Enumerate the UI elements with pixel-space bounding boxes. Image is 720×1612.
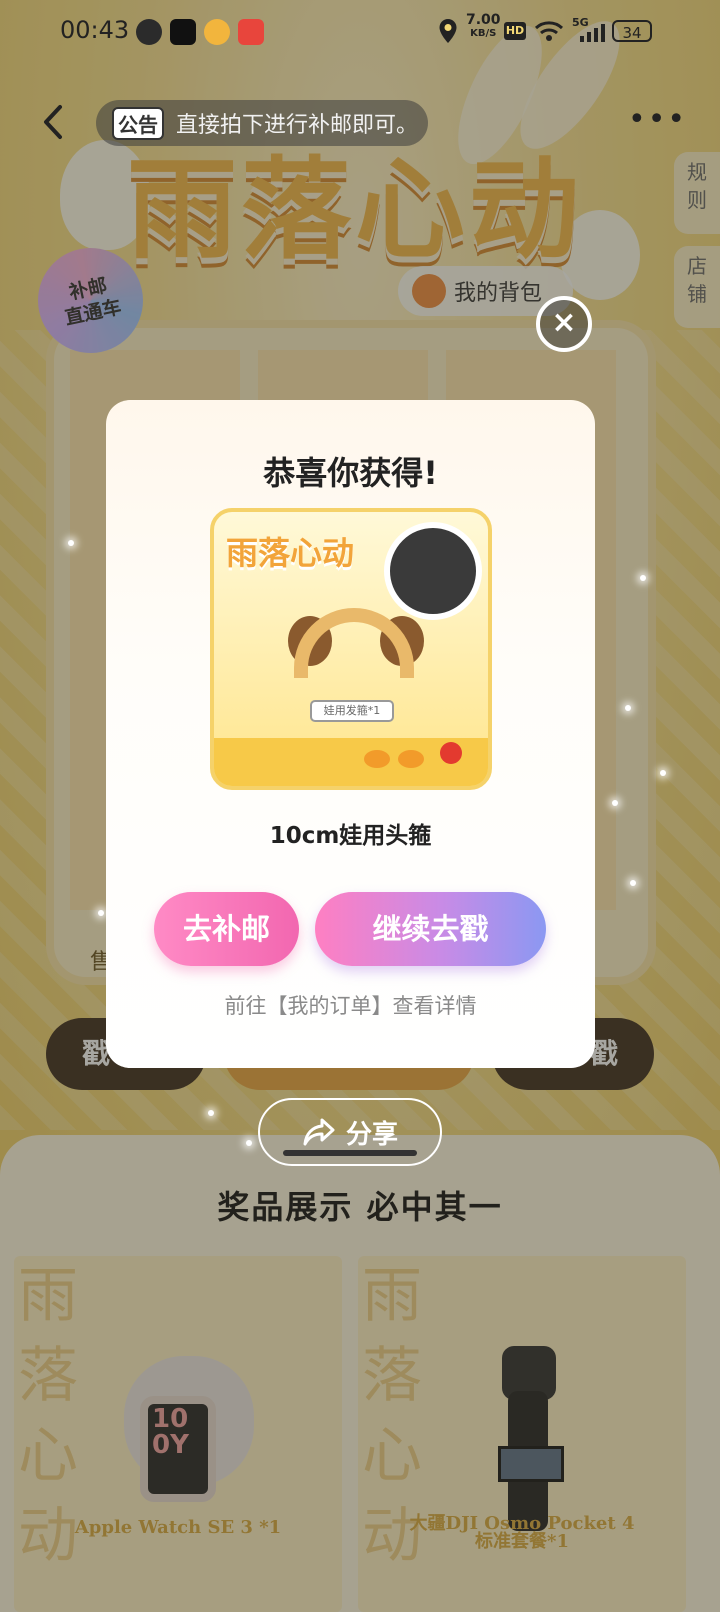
announcement-bar[interactable]: 公告 直接拍下进行补邮即可。: [96, 100, 428, 146]
wifi-icon: [534, 21, 564, 41]
sparkle-decoration: [612, 800, 618, 806]
sparkle-decoration: [246, 1140, 252, 1146]
prize-result-modal: 恭喜你获得! 雨落心动 娃用发箍*1 10cm娃用头箍 去补邮 继续去戳 前往【…: [106, 400, 595, 1068]
status-time: 00:43: [60, 16, 130, 44]
hd-badge: HD: [504, 22, 526, 40]
weibo-icon: [204, 19, 230, 45]
sparkle-decoration: [68, 540, 74, 546]
signal-icon: [580, 24, 605, 42]
go-ship-button[interactable]: 去补邮: [154, 892, 299, 966]
sparkle-decoration: [208, 1110, 214, 1116]
sparkle-decoration: [660, 770, 666, 776]
sparkle-decoration: [98, 910, 104, 916]
sparkle-decoration: [640, 575, 646, 581]
network-unit: KB/S: [470, 28, 497, 39]
status-bar: 00:43 7.00 KB/S HD 5G 34: [0, 0, 720, 64]
back-arrow-icon[interactable]: [38, 104, 68, 140]
announcement-text: 直接拍下进行补邮即可。: [176, 113, 419, 138]
my-orders-link[interactable]: 前往【我的订单】查看详情: [106, 990, 595, 1020]
won-prize-name: 10cm娃用头箍: [269, 823, 432, 849]
battery-indicator: 34: [612, 20, 652, 42]
prize-image-tag: 娃用发箍*1: [310, 700, 394, 722]
more-options-button[interactable]: •••: [628, 105, 687, 135]
location-icon: [439, 19, 457, 43]
sparkle-decoration: [630, 880, 636, 886]
sparkle-decoration: [625, 705, 631, 711]
wechat-icon: [136, 19, 162, 45]
tiktok-icon: [170, 19, 196, 45]
home-indicator: [283, 1150, 417, 1156]
machine-knob: [398, 750, 424, 768]
machine-knob: [364, 750, 390, 768]
prize-avatar-illustration: [384, 522, 482, 620]
share-label: 分享: [345, 1119, 398, 1150]
network-speed: 7.00: [466, 12, 501, 28]
share-icon: [303, 1118, 335, 1146]
prize-image-logo: 雨落心动: [226, 534, 355, 572]
announcement-badge: 公告: [112, 106, 164, 140]
modal-title: 恭喜你获得!: [263, 454, 438, 492]
continue-poking-button[interactable]: 继续去戳: [315, 892, 546, 966]
app-notification-icon: [238, 19, 264, 45]
close-modal-button[interactable]: ×: [536, 296, 592, 352]
machine-red-button: [440, 742, 462, 764]
won-prize-image: 雨落心动 娃用发箍*1: [210, 508, 492, 790]
